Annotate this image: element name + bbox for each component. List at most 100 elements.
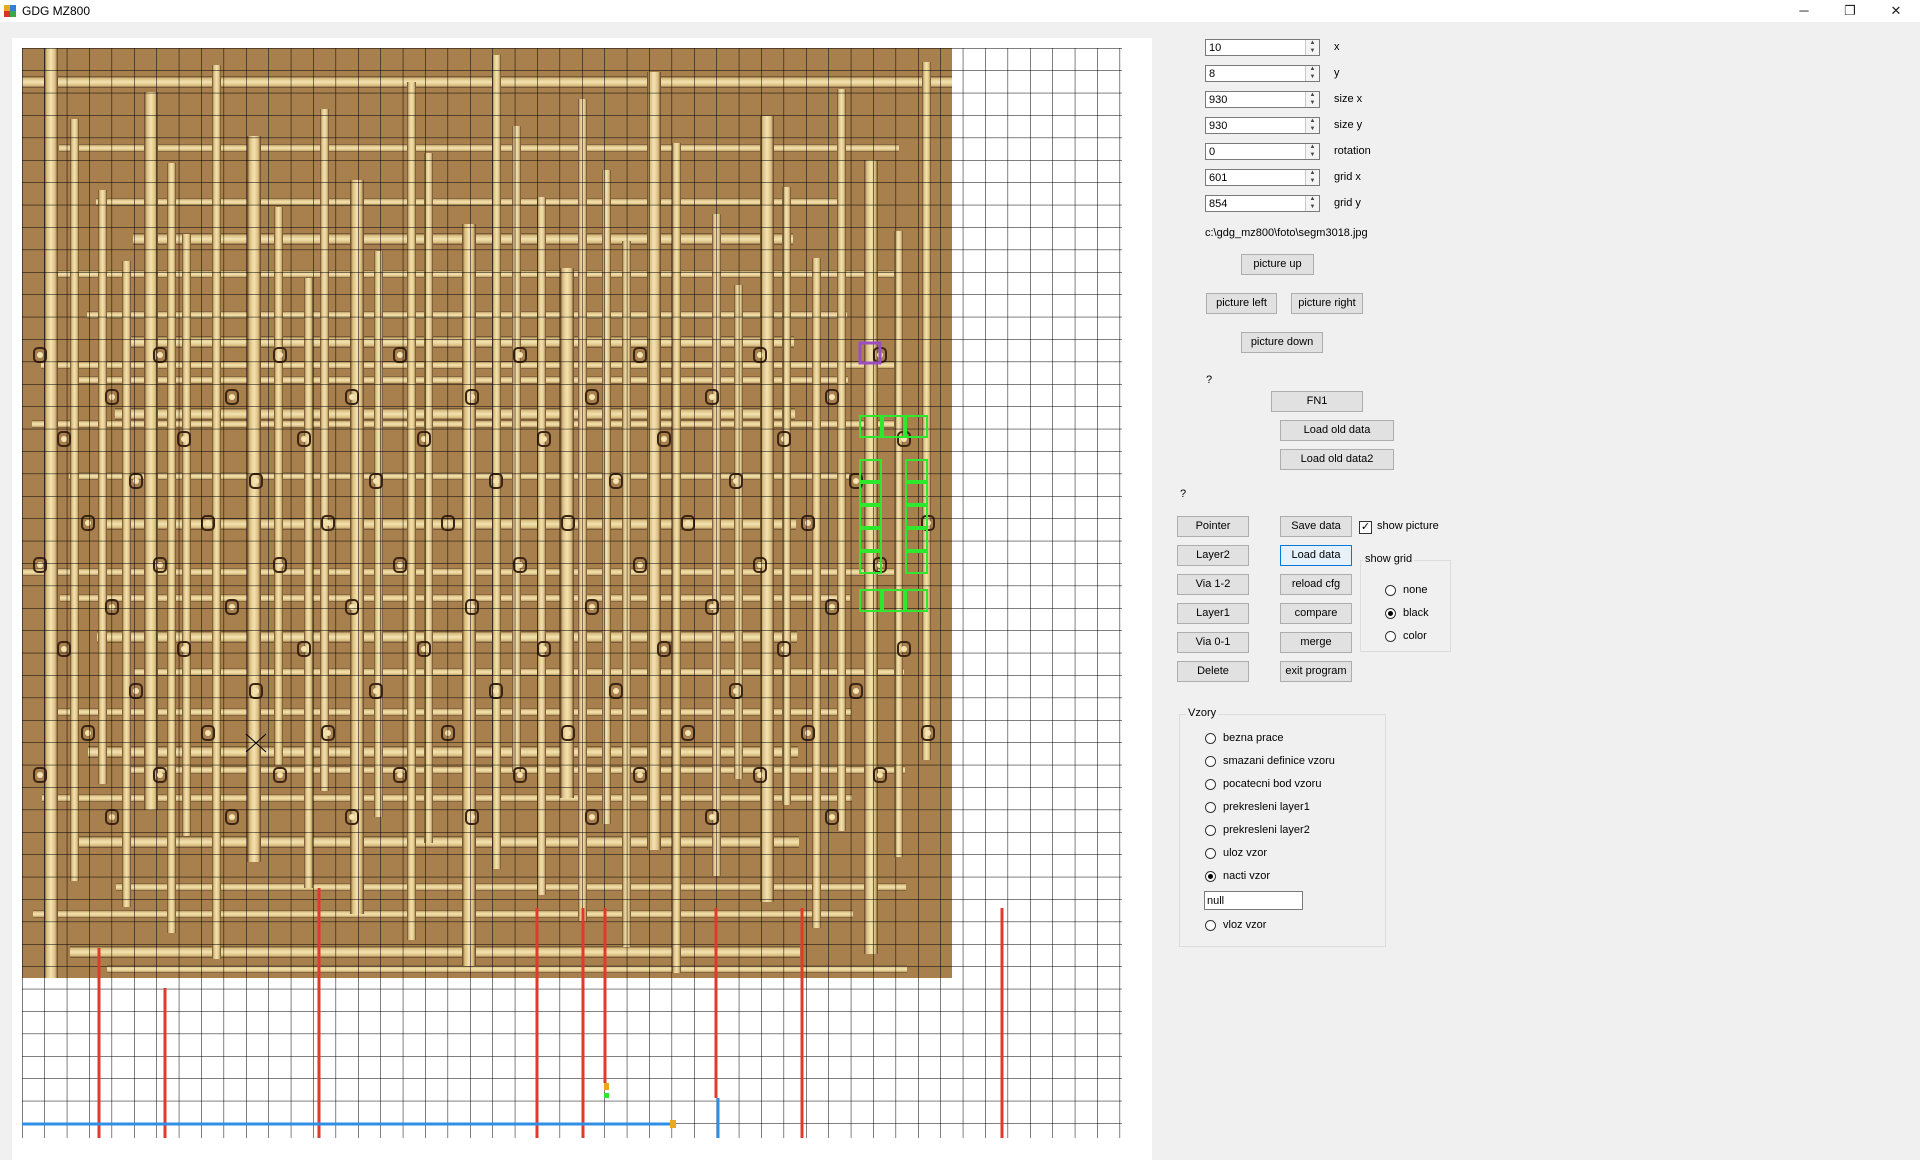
save-data-button[interactable]: Save data — [1280, 516, 1352, 537]
numeric-input-size-x[interactable]: ▲▼ — [1205, 91, 1320, 108]
fn1-button[interactable]: FN1 — [1271, 391, 1363, 412]
layer2-button[interactable]: Layer2 — [1177, 545, 1249, 566]
close-icon[interactable]: ✕ — [1873, 0, 1919, 22]
numeric-input-x[interactable]: ▲▼ — [1205, 39, 1320, 56]
load-data-button[interactable]: Load data — [1280, 545, 1352, 566]
spin-down-icon[interactable]: ▼ — [1306, 178, 1319, 185]
numeric-input-grid-y[interactable]: ▲▼ — [1205, 195, 1320, 212]
compare-button[interactable]: compare — [1280, 603, 1352, 624]
grid-option-label: none — [1403, 584, 1428, 596]
picture-down-button[interactable]: picture down — [1241, 332, 1323, 353]
vzory-option-label: bezna prace — [1223, 732, 1284, 744]
numeric-field[interactable] — [1207, 66, 1306, 81]
exit-program-button[interactable]: exit program — [1280, 661, 1352, 682]
field-label: rotation — [1334, 145, 1371, 157]
radio-icon[interactable] — [1205, 802, 1216, 813]
numeric-field[interactable] — [1207, 40, 1306, 55]
radio-icon[interactable] — [1205, 825, 1216, 836]
spin-down-icon[interactable]: ▼ — [1306, 48, 1319, 55]
layer1-button[interactable]: Layer1 — [1177, 603, 1249, 624]
via-0-1-button[interactable]: Via 0-1 — [1177, 632, 1249, 653]
picture-up-button[interactable]: picture up — [1241, 254, 1314, 275]
spin-down-icon[interactable]: ▼ — [1306, 126, 1319, 133]
numeric-field[interactable] — [1207, 92, 1306, 107]
numeric-input-y[interactable]: ▲▼ — [1205, 65, 1320, 82]
numeric-field[interactable] — [1207, 118, 1306, 133]
grid-option-label: color — [1403, 630, 1427, 642]
vzory-option-label: uloz vzor — [1223, 847, 1268, 859]
spin-down-icon[interactable]: ▼ — [1306, 204, 1319, 211]
restore-icon[interactable]: ❐ — [1827, 0, 1873, 22]
canvas-panel[interactable] — [12, 38, 1152, 1160]
radio-icon[interactable] — [1385, 631, 1396, 642]
radio-icon[interactable] — [1205, 848, 1216, 859]
numeric-input-grid-x[interactable]: ▲▼ — [1205, 169, 1320, 186]
radio-icon[interactable] — [1385, 608, 1396, 619]
window-title: GDG MZ800 — [22, 4, 91, 18]
vzory-option-label: smazani definice vzoru — [1223, 755, 1335, 767]
show-grid-title: show grid — [1363, 553, 1415, 565]
vzory-option-label: nacti vzor — [1223, 870, 1271, 882]
vzory-option-label: vloz vzor — [1223, 919, 1267, 931]
chip-canvas[interactable] — [22, 48, 1136, 1148]
numeric-field[interactable] — [1207, 196, 1306, 211]
app-icon — [4, 5, 16, 17]
vzory-option-label: prekresleni layer1 — [1223, 801, 1310, 813]
radio-icon[interactable] — [1205, 871, 1216, 882]
numeric-input-rotation[interactable]: ▲▼ — [1205, 143, 1320, 160]
merge-button[interactable]: merge — [1280, 632, 1352, 653]
radio-icon[interactable] — [1205, 756, 1216, 767]
field-label: x — [1334, 41, 1340, 53]
minimize-icon[interactable]: ─ — [1781, 0, 1827, 22]
spin-up-icon[interactable]: ▲ — [1306, 66, 1319, 73]
spinner-icon[interactable]: ▲ ▼ — [1305, 196, 1319, 211]
vzory-option-label: prekresleni layer2 — [1223, 824, 1310, 836]
spin-up-icon[interactable]: ▲ — [1306, 196, 1319, 203]
spin-up-icon[interactable]: ▲ — [1306, 144, 1319, 151]
picture-left-button[interactable]: picture left — [1206, 293, 1277, 314]
spin-down-icon[interactable]: ▼ — [1306, 152, 1319, 159]
grid-option-label: black — [1403, 607, 1429, 619]
numeric-input-size-y[interactable]: ▲▼ — [1205, 117, 1320, 134]
grid-overlay — [22, 48, 1122, 1138]
spinner-icon[interactable]: ▲ ▼ — [1305, 40, 1319, 55]
numeric-field[interactable] — [1207, 170, 1306, 185]
show-picture-label: show picture — [1377, 520, 1439, 532]
spin-up-icon[interactable]: ▲ — [1306, 170, 1319, 177]
pointer-button[interactable]: Pointer — [1177, 516, 1249, 537]
radio-icon[interactable] — [1205, 779, 1216, 790]
checkmark-icon[interactable]: ✓ — [1359, 521, 1372, 534]
load-old-data2-button[interactable]: Load old data2 — [1280, 449, 1394, 470]
field-label: size x — [1334, 93, 1363, 105]
delete-button[interactable]: Delete — [1177, 661, 1249, 682]
radio-icon[interactable] — [1205, 920, 1216, 931]
vzor-name-input[interactable] — [1204, 891, 1303, 910]
field-label: grid x — [1334, 171, 1361, 183]
spinner-icon[interactable]: ▲ ▼ — [1305, 144, 1319, 159]
field-label: grid y — [1334, 197, 1361, 209]
spin-down-icon[interactable]: ▼ — [1306, 74, 1319, 81]
show-grid-group: show grid none black color — [1360, 553, 1451, 652]
vzory-group: Vzory bezna prace smazani definice vzoru p… — [1179, 707, 1386, 947]
spin-down-icon[interactable]: ▼ — [1306, 100, 1319, 107]
numeric-field[interactable] — [1207, 144, 1306, 159]
vzor-name-field[interactable] — [1205, 892, 1302, 909]
spin-up-icon[interactable]: ▲ — [1306, 40, 1319, 47]
vzory-title: Vzory — [1186, 707, 1219, 719]
file-path: c:\gdg_mz800\foto\segm3018.jpg — [1205, 227, 1368, 239]
spinner-icon[interactable]: ▲ ▼ — [1305, 170, 1319, 185]
via-1-2-button[interactable]: Via 1-2 — [1177, 574, 1249, 595]
spin-up-icon[interactable]: ▲ — [1306, 92, 1319, 99]
spinner-icon[interactable]: ▲ ▼ — [1305, 118, 1319, 133]
vzory-option-label: pocatecni bod vzoru — [1223, 778, 1322, 790]
title-bar: GDG MZ800 ─ ❐ ✕ — [0, 0, 1920, 22]
field-label: size y — [1334, 119, 1363, 131]
radio-icon[interactable] — [1385, 585, 1396, 596]
picture-right-button[interactable]: picture right — [1291, 293, 1363, 314]
reload-cfg-button[interactable]: reload cfg — [1280, 574, 1352, 595]
spinner-icon[interactable]: ▲ ▼ — [1305, 66, 1319, 81]
spinner-icon[interactable]: ▲ ▼ — [1305, 92, 1319, 107]
spin-up-icon[interactable]: ▲ — [1306, 118, 1319, 125]
radio-icon[interactable] — [1205, 733, 1216, 744]
load-old-data-button[interactable]: Load old data — [1280, 420, 1394, 441]
